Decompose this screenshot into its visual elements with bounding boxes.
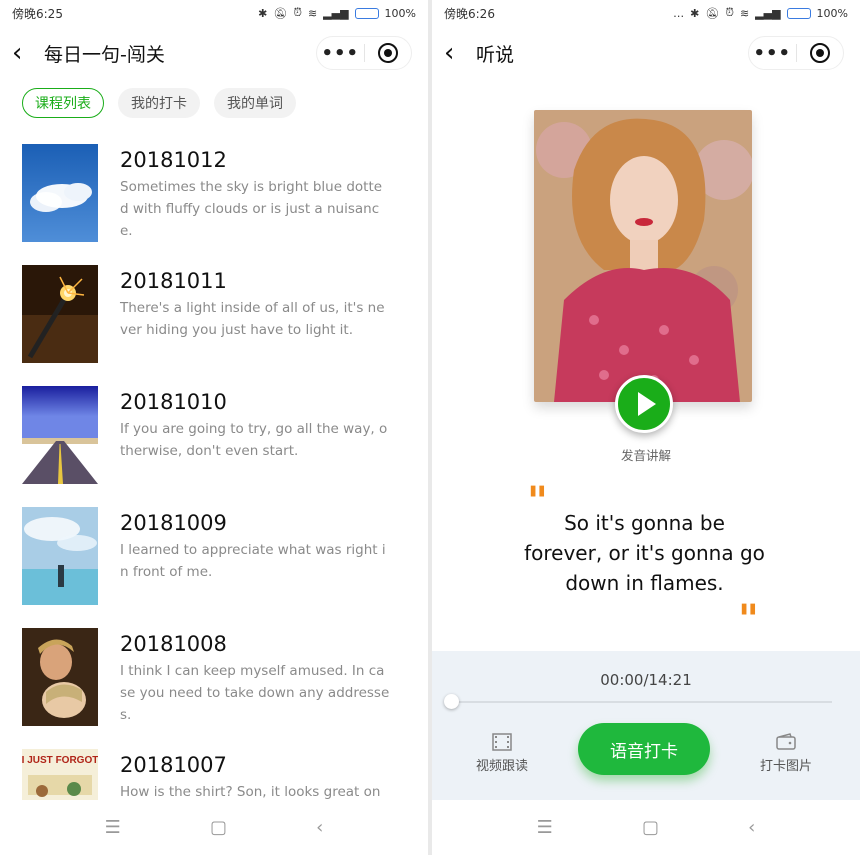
list-item[interactable]: 20181009 I learned to appreciate what wa… <box>22 507 428 628</box>
listen-speak-screen: 傍晚6:26 … ✱ 🔕︎ ⏰︎ ≋ ▂▄▆ 100% ‹ 听说 ••• 发音讲… <box>432 0 860 855</box>
lesson-sentence: If you are going to try, go all the way,… <box>120 421 388 459</box>
battery-text: 100% <box>816 6 848 20</box>
bluetooth-icon: ✱ <box>690 6 700 20</box>
tab-my-checkin[interactable]: 我的打卡 <box>118 88 200 118</box>
checkin-photo-label: 打卡图片 <box>759 759 812 774</box>
list-item[interactable]: 20181010 If you are going to try, go all… <box>22 386 428 507</box>
lesson-date: 20181009 <box>120 511 227 535</box>
nav-bar: ‹ 听说 ••• <box>432 30 860 76</box>
video-icon <box>492 733 512 751</box>
home-icon[interactable]: ▢ <box>642 817 659 838</box>
back-icon[interactable]: ‹ <box>12 40 38 66</box>
system-nav-bar: ☰ ▢ ‹ <box>432 800 860 855</box>
mute-icon: 🔕︎ <box>273 6 288 20</box>
signal-icon: ▂▄▆ <box>323 6 349 20</box>
more-dots-icon: … <box>673 6 685 20</box>
tab-bar: 课程列表 我的打卡 我的单词 <box>22 88 296 118</box>
quote-sentence: So it's gonna be forever, or it's gonna … <box>524 511 765 595</box>
mute-icon: 🔕︎ <box>705 6 720 20</box>
lesson-sentence: I learned to appreciate what was right i… <box>120 542 386 580</box>
checkin-photo-button[interactable]: 打卡图片 <box>746 733 826 774</box>
status-time: 傍晚6:25 <box>12 6 63 21</box>
movie-still-thumbnail <box>22 628 98 726</box>
lesson-date: 20181007 <box>120 753 227 777</box>
lesson-list-screen: 傍晚6:25 ✱ 🔕︎ ⏰︎ ≋ ▂▄▆ 100% ‹ 每日一句-闯关 ••• … <box>0 0 428 855</box>
lesson-list: 20181012 Sometimes the sky is bright blu… <box>22 144 428 855</box>
battery-text: 100% <box>384 6 416 20</box>
list-item[interactable]: 20181012 Sometimes the sky is bright blu… <box>22 144 428 265</box>
play-button[interactable] <box>615 375 673 433</box>
voice-checkin-button[interactable]: 语音打卡 <box>578 723 710 775</box>
close-target-icon[interactable] <box>797 43 844 63</box>
progress-bar[interactable] <box>444 694 832 709</box>
menu-icon[interactable]: ☰ <box>537 817 553 838</box>
nav-bar: ‹ 每日一句-闯关 ••• <box>0 30 428 76</box>
tab-course-list[interactable]: 课程列表 <box>22 88 104 118</box>
page-title: 每日一句-闯关 <box>44 43 165 66</box>
mini-program-capsule: ••• <box>316 36 412 70</box>
wifi-icon: ≋ <box>307 6 318 20</box>
more-icon[interactable]: ••• <box>749 43 796 64</box>
progress-knob[interactable] <box>444 694 459 709</box>
lesson-date: 20181011 <box>120 269 227 293</box>
list-item[interactable]: 20181008 I think I can keep myself amuse… <box>22 628 428 749</box>
status-bar: 傍晚6:26 … ✱ 🔕︎ ⏰︎ ≋ ▂▄▆ 100% <box>432 0 860 26</box>
home-icon[interactable]: ▢ <box>210 817 227 838</box>
mini-program-capsule: ••• <box>748 36 844 70</box>
play-icon <box>637 392 656 416</box>
playback-time: 00:00/14:21 <box>600 671 692 689</box>
alarm-icon: ⏰︎ <box>293 6 302 19</box>
status-bar: 傍晚6:25 ✱ 🔕︎ ⏰︎ ≋ ▂▄▆ 100% <box>0 0 428 26</box>
video-follow-button[interactable]: 视频跟读 <box>462 733 542 774</box>
video-follow-label: 视频跟读 <box>475 759 528 774</box>
back-nav-icon[interactable]: ‹ <box>316 817 323 838</box>
battery-icon <box>786 7 811 19</box>
reflection-thumbnail <box>22 507 98 605</box>
road-thumbnail <box>22 386 98 484</box>
lesson-sentence: Sometimes the sky is bright blue dotted … <box>120 179 383 239</box>
close-target-icon[interactable] <box>365 43 412 63</box>
portrait-photo <box>534 110 752 402</box>
lesson-date: 20181010 <box>120 390 227 414</box>
list-item[interactable]: 20181011 There's a light inside of all o… <box>22 265 428 386</box>
more-icon[interactable]: ••• <box>317 43 364 64</box>
signal-icon: ▂▄▆ <box>755 6 781 20</box>
system-nav-bar: ☰ ▢ ‹ <box>0 800 428 855</box>
battery-icon <box>354 7 379 19</box>
tab-my-words[interactable]: 我的单词 <box>214 88 296 118</box>
page-title: 听说 <box>476 43 515 66</box>
sky-thumbnail <box>22 144 98 242</box>
pronunciation-label: 发音讲解 <box>620 448 671 463</box>
lesson-sentence: There's a light inside of all of us, it'… <box>120 300 385 338</box>
back-nav-icon[interactable]: ‹ <box>748 817 755 838</box>
sparkler-thumbnail <box>22 265 98 363</box>
menu-icon[interactable]: ☰ <box>105 817 121 838</box>
status-time: 傍晚6:26 <box>444 6 495 21</box>
svg-text:I JUST FORGOT: I JUST FORGOT <box>22 755 98 766</box>
wifi-icon: ≋ <box>739 6 750 20</box>
audio-player: 00:00/14:21 视频跟读 语音打卡 打卡图片 <box>432 651 860 803</box>
bluetooth-icon: ✱ <box>258 6 268 20</box>
lesson-date: 20181008 <box>120 632 227 656</box>
alarm-icon: ⏰︎ <box>725 6 734 19</box>
back-icon[interactable]: ‹ <box>444 40 470 66</box>
wallet-icon <box>776 733 796 750</box>
lesson-date: 20181012 <box>120 148 227 172</box>
close-quote-icon: " <box>738 596 759 643</box>
lesson-sentence: I think I can keep myself amused. In cas… <box>120 663 390 723</box>
